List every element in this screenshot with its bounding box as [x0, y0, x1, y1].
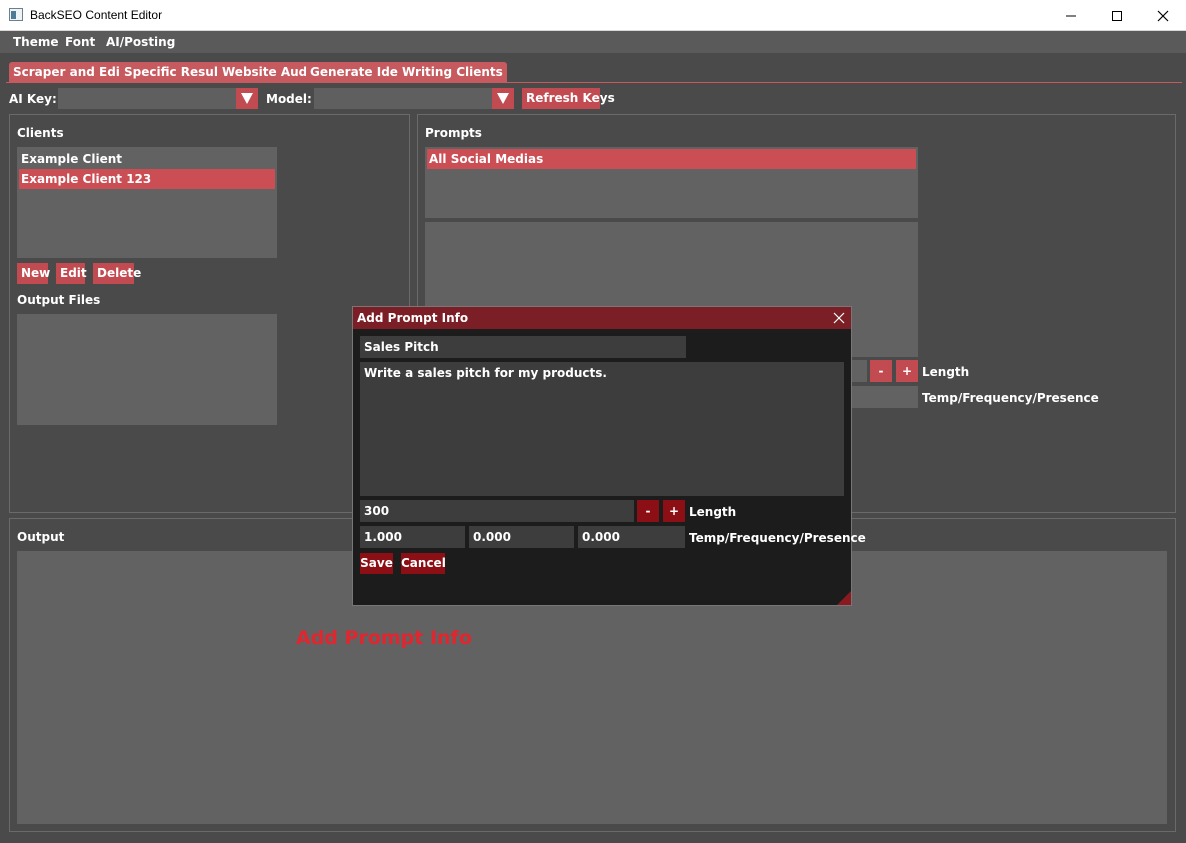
dialog-titlebar[interactable]: Add Prompt Info	[353, 307, 851, 329]
delete-client-button[interactable]: Delete	[93, 263, 141, 284]
model-select[interactable]	[314, 88, 492, 109]
params-label: Temp/Frequency/Presence	[689, 531, 866, 545]
list-item[interactable]: Example Client	[19, 149, 275, 169]
list-item[interactable]: All Social Medias	[427, 149, 916, 169]
dialog-title: Add Prompt Info	[357, 311, 469, 325]
prompt-text-input[interactable]: Write a sales pitch for my products.	[360, 362, 844, 496]
length-label: Length	[689, 505, 737, 519]
ai-key-select[interactable]	[58, 88, 236, 109]
ai-key-label: AI Key:	[9, 92, 57, 106]
list-item[interactable]: Example Client 123	[19, 169, 275, 189]
presence-input[interactable]: 0.000	[578, 526, 685, 548]
prompt-length-label: Length	[922, 365, 970, 379]
window-titlebar: BackSEO Content Editor	[0, 0, 1186, 31]
menu-bar: Theme Font AI/Posting	[0, 31, 1186, 53]
prompt-text-value: Write a sales pitch for my products.	[364, 366, 607, 380]
overlay-caption: Add Prompt Info	[296, 627, 472, 649]
output-title: Output	[17, 530, 65, 544]
edit-client-button[interactable]: Edit	[56, 263, 87, 284]
length-decrement-button[interactable]: -	[637, 500, 659, 522]
maximize-icon	[1112, 10, 1122, 21]
minimize-icon	[1066, 15, 1076, 16]
close-icon	[833, 312, 845, 324]
prompt-params-label: Temp/Frequency/Presence	[922, 391, 1099, 405]
clients-title: Clients	[17, 126, 64, 140]
menu-theme[interactable]: Theme	[13, 35, 59, 49]
length-increment-button[interactable]: +	[663, 500, 685, 522]
output-files-title: Output Files	[17, 293, 101, 307]
clients-list[interactable]: Example Client Example Client 123	[17, 147, 277, 258]
new-client-button[interactable]: New	[17, 263, 50, 284]
minimize-button[interactable]	[1048, 0, 1094, 31]
prompt-presence-input[interactable]	[850, 386, 918, 408]
add-prompt-dialog: Add Prompt Info Sales Pitch Write a sale…	[352, 306, 866, 606]
prompt-length-input[interactable]	[850, 360, 867, 382]
window-title: BackSEO Content Editor	[30, 8, 163, 22]
temperature-input[interactable]: 1.000	[360, 526, 465, 548]
close-window-button[interactable]	[1140, 0, 1186, 31]
frequency-input[interactable]: 0.000	[469, 526, 574, 548]
tab-writing-clients[interactable]: Writing Clients	[398, 62, 507, 83]
prompt-length-decrement-button[interactable]: -	[870, 360, 892, 382]
output-files-list[interactable]	[17, 314, 277, 425]
cancel-button[interactable]: Cancel	[401, 553, 446, 574]
length-input[interactable]: 300	[360, 500, 634, 522]
app-icon	[9, 8, 23, 21]
refresh-keys-button[interactable]: Refresh Keys	[522, 88, 615, 109]
ai-key-dropdown-arrow-icon[interactable]	[236, 88, 258, 109]
model-dropdown-arrow-icon[interactable]	[492, 88, 514, 109]
dialog-close-button[interactable]	[831, 310, 847, 326]
close-icon	[1157, 10, 1169, 21]
maximize-button[interactable]	[1094, 0, 1140, 31]
resize-grip-icon[interactable]	[837, 591, 851, 605]
prompt-name-input[interactable]: Sales Pitch	[360, 336, 686, 358]
menu-font[interactable]: Font	[65, 35, 95, 49]
menu-ai-posting[interactable]: AI/Posting	[106, 35, 175, 49]
prompt-length-increment-button[interactable]: +	[896, 360, 918, 382]
save-button[interactable]: Save	[360, 553, 393, 574]
prompts-list[interactable]: All Social Medias	[425, 147, 918, 218]
tab-underline	[6, 82, 1182, 83]
model-label: Model:	[266, 92, 312, 106]
prompts-title: Prompts	[425, 126, 482, 140]
